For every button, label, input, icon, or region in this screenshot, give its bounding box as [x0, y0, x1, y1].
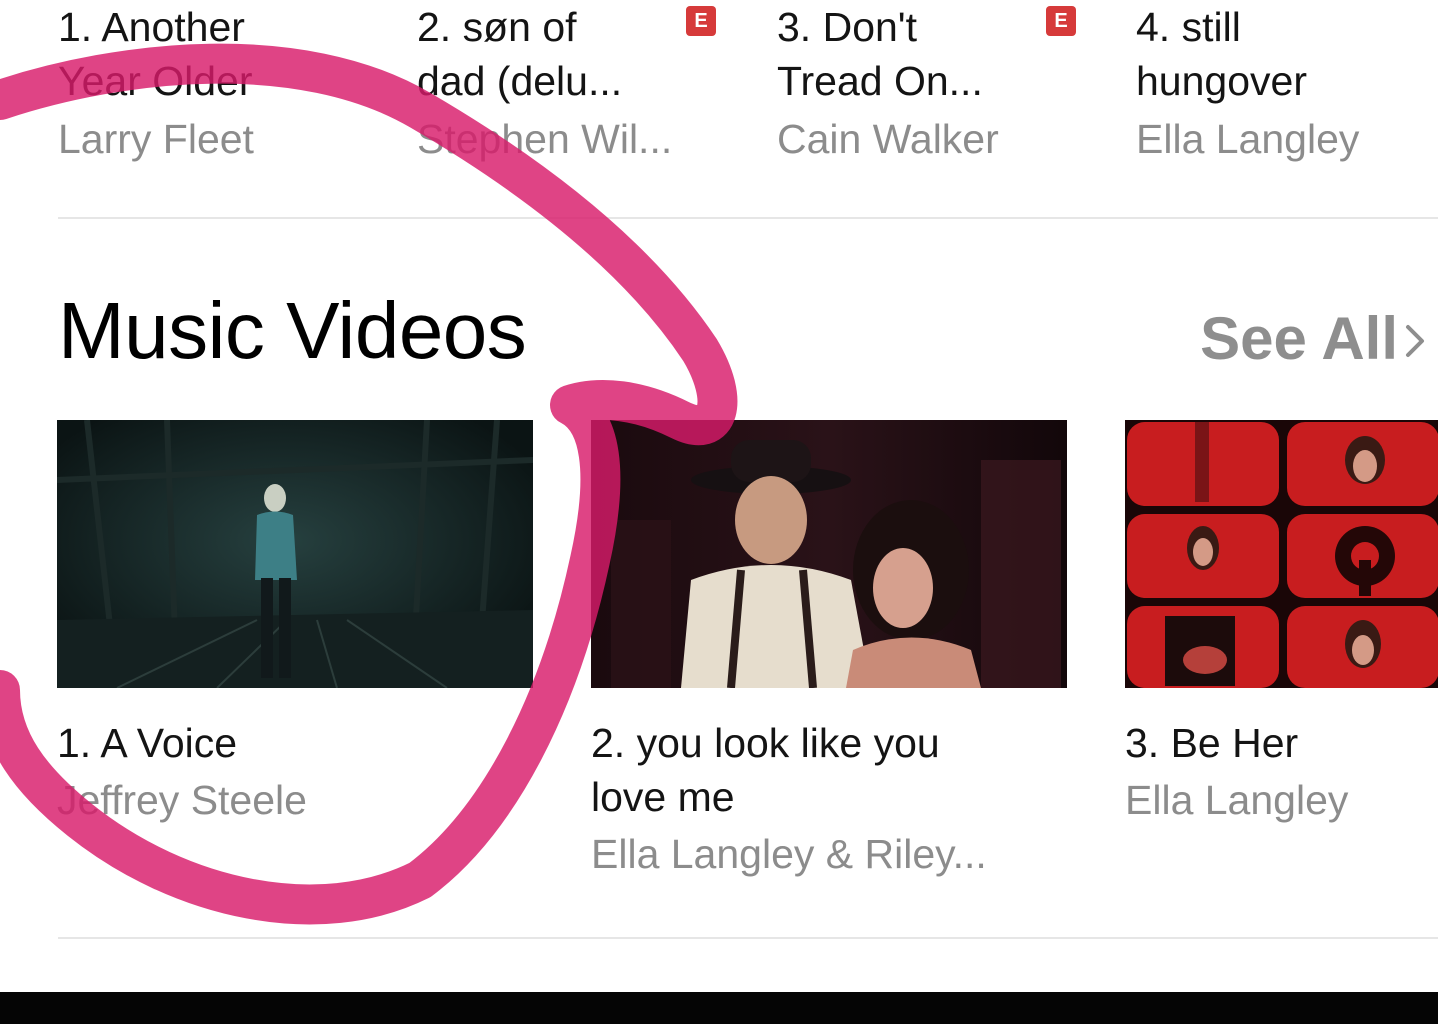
explicit-badge: E — [686, 6, 716, 36]
song-title: 4. still hungover — [1136, 4, 1307, 104]
section-divider — [58, 217, 1438, 219]
video-artist: Ella Langley — [1125, 777, 1349, 823]
video-thumbnail[interactable] — [57, 420, 533, 688]
song-artist: Larry Fleet — [58, 116, 254, 162]
video-card-1[interactable]: 1. A Voice Jeffrey Steele — [57, 420, 533, 827]
video-title: 3. Be Her — [1125, 720, 1299, 766]
song-artist: Stephen Wil... — [417, 116, 673, 162]
bottom-bar — [0, 992, 1438, 1024]
explicit-badge: E — [1046, 6, 1076, 36]
song-artist: Ella Langley — [1136, 116, 1360, 162]
video-thumbnail-image — [57, 420, 533, 688]
song-artist: Cain Walker — [777, 116, 999, 162]
video-thumbnail-image — [591, 420, 1067, 688]
video-artist: Ella Langley & Riley... — [591, 831, 987, 877]
video-title: 2. you look like you love me — [591, 720, 940, 820]
section-divider — [58, 937, 1438, 939]
video-artist: Jeffrey Steele — [57, 777, 307, 823]
song-item-4[interactable]: 4. still hungover Ella Langley — [1136, 0, 1438, 166]
see-all-button[interactable]: See All — [1200, 306, 1430, 372]
section-title: Music Videos — [58, 286, 527, 375]
song-title: 1. Another Year Older — [58, 4, 253, 104]
see-all-label: See All — [1200, 305, 1398, 372]
video-card-2[interactable]: 2. you look like you love me Ella Langle… — [591, 420, 1067, 881]
video-thumbnail[interactable] — [1125, 420, 1438, 688]
video-title: 1. A Voice — [57, 720, 238, 766]
song-item-1[interactable]: 1. Another Year Older Larry Fleet — [58, 0, 388, 166]
video-card-3[interactable]: 3. Be Her Ella Langley — [1125, 420, 1438, 827]
video-thumbnail[interactable] — [591, 420, 1067, 688]
video-thumbnail-image — [1125, 420, 1438, 688]
chevron-right-icon — [1406, 325, 1424, 357]
